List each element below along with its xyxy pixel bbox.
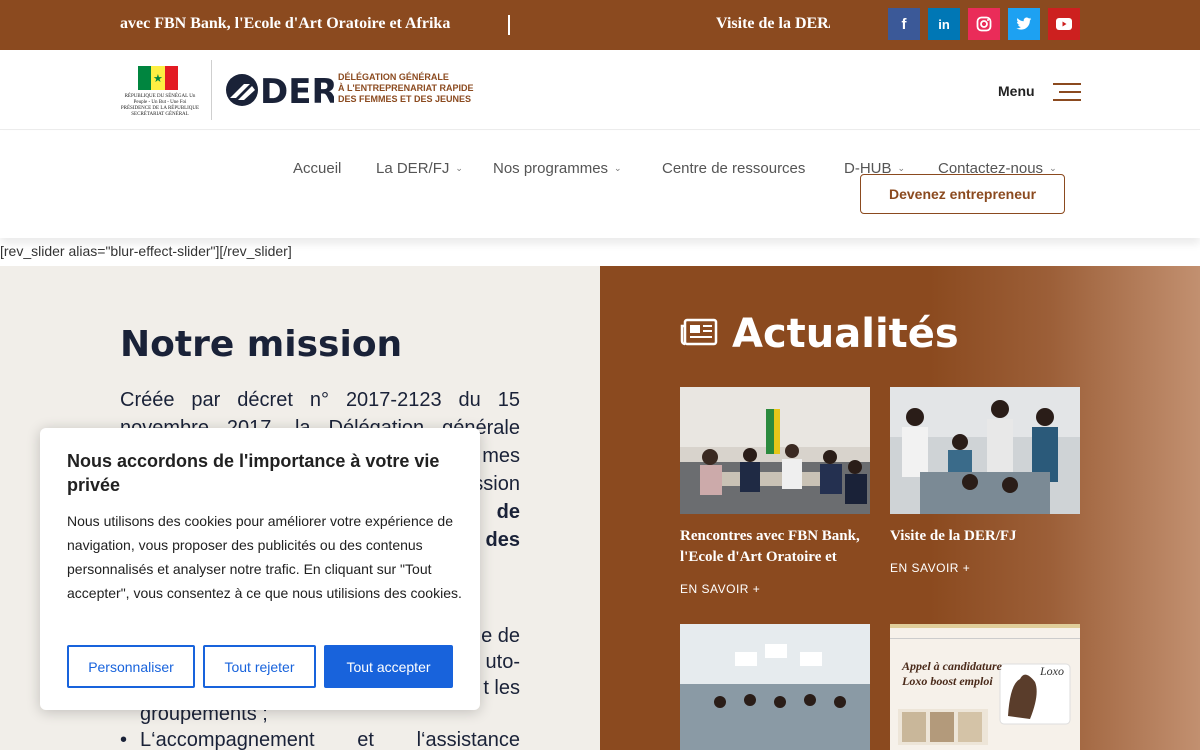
accept-all-cookies-button[interactable]: Tout accepter <box>324 645 453 688</box>
mission-list-line: L‘accompagnement et l‘assistance <box>140 729 520 751</box>
news-heading: Actualités <box>680 311 959 357</box>
linkedin-icon[interactable]: in <box>928 8 960 40</box>
news-section: Actualités Rencontres avec FBN Bank, l'E… <box>600 266 1200 750</box>
logo-subtitle: DÉLÉGATION GÉNÉRALE À L'ENTREPRENARIAT R… <box>338 72 473 105</box>
top-bar: avec FBN Bank, l'Ecole d'Art Oratoire et… <box>0 0 1200 50</box>
news-card-title[interactable]: Rencontres avec FBN Bank, l'Ecole d'Art … <box>680 526 870 568</box>
chevron-down-icon: ⌄ <box>455 163 463 173</box>
customize-cookies-button[interactable]: Personnaliser <box>67 645 195 688</box>
header-divider <box>211 60 212 120</box>
news-card[interactable]: Visite de la DER/FJ EN SAVOIR + <box>890 387 1080 575</box>
cookie-text: Nous utilisons des cookies pour améliore… <box>67 513 462 601</box>
poster-brand: Loxo <box>1040 664 1064 678</box>
twitter-icon[interactable] <box>1008 8 1040 40</box>
logo-wordmark: DER <box>260 72 334 108</box>
news-card-image[interactable] <box>680 387 870 514</box>
logo-subtitle-line: DES FEMMES ET DES JEUNES <box>338 94 472 104</box>
facebook-icon[interactable]: f <box>888 8 920 40</box>
senegal-flag-icon: ★ <box>138 66 178 90</box>
ticker-item[interactable]: avec FBN Bank, l'Ecole d'Art Oratoire et… <box>120 15 450 33</box>
news-card-image[interactable]: Appel à candidature Loxo boost emploi Lo… <box>890 624 1080 750</box>
nav-item-la-der-fj[interactable]: La DER/FJ ⌄ <box>376 160 463 177</box>
mission-title: Notre mission <box>120 324 403 365</box>
nav-item-centre-de-ressources[interactable]: Centre de ressources <box>662 160 805 177</box>
logo-subtitle-line: DÉLÉGATION GÉNÉRALE <box>338 72 449 82</box>
bullet-icon: • <box>120 729 128 751</box>
news-card[interactable] <box>680 624 870 750</box>
news-card[interactable]: Appel à candidature Loxo boost emploi Lo… <box>890 624 1080 750</box>
slider-shortcode-text: [rev_slider alias="blur-effect-slider"][… <box>0 243 292 259</box>
read-more-link[interactable]: EN SAVOIR + <box>890 561 1080 575</box>
cookie-consent-banner: Nous accordons de l'importance à votre v… <box>40 428 480 710</box>
emblem-caption: RÉPUBLIQUE DU SÉNÉGAL Un Peuple - Un But… <box>120 94 200 117</box>
senegal-emblem[interactable]: ★ RÉPUBLIQUE DU SÉNÉGAL Un Peuple - Un B… <box>120 64 200 120</box>
chevron-down-icon: ⌄ <box>614 163 622 173</box>
main-navigation: Accueil La DER/FJ ⌄ Nos programmes ⌄ Centr… <box>0 131 1200 238</box>
become-entrepreneur-button[interactable]: Devenez entrepreneur <box>860 174 1065 214</box>
news-card-image[interactable] <box>680 624 870 750</box>
youtube-icon[interactable] <box>1048 8 1080 40</box>
chevron-down-icon: ⌄ <box>897 163 906 173</box>
logo-subtitle-line: À L'ENTREPRENARIAT RAPIDE <box>338 83 474 93</box>
newspaper-icon <box>680 318 718 350</box>
nav-item-accueil[interactable]: Accueil <box>293 160 341 177</box>
mission-line: Créée par décret n° 2017-2123 du 15 <box>120 389 520 411</box>
menu-label[interactable]: Menu <box>998 83 1035 99</box>
news-ticker[interactable]: avec FBN Bank, l'Ecole d'Art Oratoire et… <box>120 0 830 50</box>
read-more-link[interactable]: EN SAVOIR + <box>680 582 870 596</box>
news-title: Actualités <box>732 311 959 357</box>
poster-title: Appel à candidature <box>902 659 1003 673</box>
mission-list-item: • L‘accompagnement et l‘assistance <box>120 727 520 753</box>
nav-item-nos-programmes[interactable]: Nos programmes ⌄ <box>493 160 622 177</box>
ticker-separator <box>508 15 510 35</box>
der-logo[interactable]: DER <box>224 72 338 112</box>
site-header: ★ RÉPUBLIQUE DU SÉNÉGAL Un Peuple - Un B… <box>0 50 1200 130</box>
reject-all-cookies-button[interactable]: Tout rejeter <box>203 645 316 688</box>
poster-subtitle: Loxo boost emploi <box>902 674 993 688</box>
news-card[interactable]: Rencontres avec FBN Bank, l'Ecole d'Art … <box>680 387 870 596</box>
instagram-icon[interactable] <box>968 8 1000 40</box>
ticker-item[interactable]: Visite de la DER/FJ <box>716 15 830 33</box>
news-card-title[interactable]: Visite de la DER/FJ <box>890 526 1080 547</box>
news-card-image[interactable] <box>890 387 1080 514</box>
hamburger-menu-icon[interactable] <box>1053 83 1081 103</box>
cookie-title: Nous accordons de l'importance à votre v… <box>67 451 440 495</box>
chevron-down-icon: ⌄ <box>1049 163 1057 173</box>
